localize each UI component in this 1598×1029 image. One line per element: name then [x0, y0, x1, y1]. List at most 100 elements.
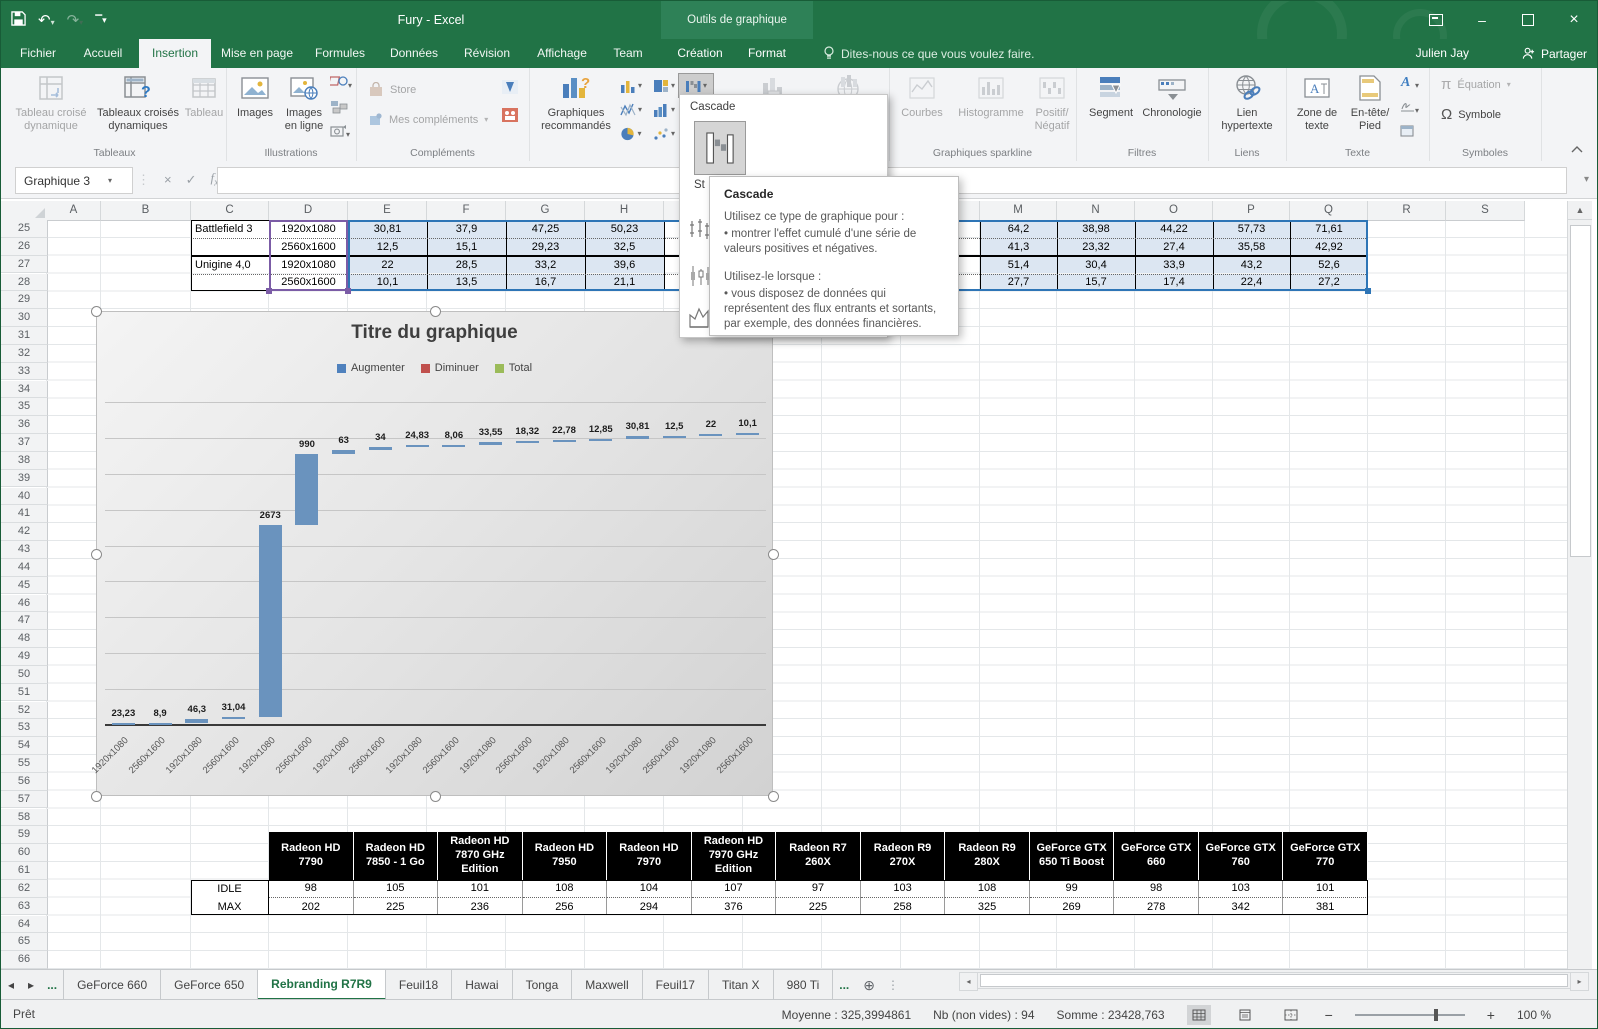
column-header-D[interactable]: D [269, 201, 348, 221]
online-images-button[interactable]: Images en ligne [280, 71, 328, 132]
chart-selection-handle[interactable] [768, 791, 779, 802]
insert-pie-chart-button[interactable]: ▾ [613, 121, 649, 146]
row-header-44[interactable]: 44 [1, 559, 48, 577]
cell-resolution[interactable]: 1920x1080 [269, 220, 348, 238]
waterfall-bar[interactable] [699, 434, 722, 436]
ribbon-tab-team[interactable]: Team [601, 39, 655, 68]
wordart-button[interactable]: A▾ [1400, 74, 1419, 93]
sheet-tab-feuil18[interactable]: Feuil18 [386, 970, 452, 1000]
enter-icon[interactable]: ✓ [186, 172, 197, 188]
row-header-36[interactable]: 36 [1, 416, 48, 434]
zoom-in-button[interactable]: + [1487, 1007, 1495, 1023]
sheet-tab-tonga[interactable]: Tonga [513, 970, 573, 1000]
sheet-tab-maxwell[interactable]: Maxwell [572, 970, 642, 1000]
maximize-button[interactable] [1505, 1, 1551, 39]
row-header-45[interactable]: 45 [1, 577, 48, 595]
cell-value[interactable]: 22 [348, 256, 427, 274]
expand-formula-bar-icon[interactable]: ▾ [1584, 174, 1589, 185]
row-header-56[interactable]: 56 [1, 773, 48, 791]
sheet-tab-hawai[interactable]: Hawai [452, 970, 512, 1000]
waterfall-bar[interactable] [736, 433, 759, 435]
cell-value[interactable]: 39,6 [585, 256, 664, 274]
recommended-charts-button[interactable]: ? Graphiques recommandés [537, 71, 615, 132]
new-sheet-button[interactable]: ⊕ [855, 970, 883, 1000]
signed-in-user[interactable]: Julien Jay [1416, 39, 1469, 68]
chart-object[interactable]: Titre du graphique AugmenterDiminuerTota… [96, 311, 773, 796]
row-header-43[interactable]: 43 [1, 541, 48, 559]
cancel-icon[interactable]: × [164, 172, 172, 187]
cell-resolution[interactable]: 2560x1600 [269, 274, 348, 292]
minimize-button[interactable]: – [1459, 1, 1505, 39]
row-header-58[interactable]: 58 [1, 809, 48, 827]
row-header-27[interactable]: 27 [1, 256, 48, 274]
chart-selection-handle[interactable] [430, 306, 441, 317]
row-header-52[interactable]: 52 [1, 702, 48, 720]
row-header-38[interactable]: 38 [1, 452, 48, 470]
cell-value[interactable]: 29,23 [506, 238, 585, 256]
waterfall-bar[interactable] [369, 447, 392, 449]
sparkline-winloss-button[interactable]: Positif/ Négatif [1029, 71, 1075, 132]
row-header-25[interactable]: 25 [1, 220, 48, 238]
column-header-S[interactable]: S [1446, 201, 1525, 221]
column-header-N[interactable]: N [1057, 201, 1135, 221]
textbox-button[interactable]: A Zone de texte [1292, 71, 1342, 132]
select-all-corner[interactable] [1, 201, 48, 221]
cell-value[interactable]: 64,2 [980, 220, 1057, 238]
column-header-M[interactable]: M [980, 201, 1057, 221]
images-button[interactable]: Images [232, 71, 278, 120]
insert-hierarchy-chart-button[interactable]: ▾ [646, 73, 682, 98]
cell-value[interactable]: 21,1 [585, 274, 664, 292]
ribbon-tab-fichier[interactable]: Fichier [9, 39, 67, 68]
close-button[interactable]: × [1551, 1, 1597, 39]
bing-maps-addin-icon[interactable] [502, 80, 518, 99]
row-header-50[interactable]: 50 [1, 666, 48, 684]
row-header-61[interactable]: 61 [1, 862, 48, 880]
range-handle[interactable] [266, 288, 272, 294]
shapes-button[interactable]: ▾ [330, 74, 352, 93]
sheet-overflow-right[interactable]: ... [833, 970, 855, 1000]
chart-selection-handle[interactable] [91, 549, 102, 560]
save-icon[interactable] [11, 11, 26, 30]
column-header-G[interactable]: G [506, 201, 585, 221]
page-break-view-button[interactable] [1279, 1005, 1303, 1025]
row-header-65[interactable]: 65 [1, 933, 48, 951]
people-graph-addin-icon[interactable] [502, 108, 518, 127]
scroll-up-arrow[interactable]: ▲ [1568, 201, 1592, 220]
cell-value[interactable]: 47,25 [506, 220, 585, 238]
row-header-41[interactable]: 41 [1, 505, 48, 523]
ribbon-tab-révision[interactable]: Révision [451, 39, 523, 68]
page-layout-view-button[interactable] [1233, 1005, 1257, 1025]
sheet-nav-left-icon[interactable]: ◂ [1, 970, 21, 1000]
collapse-ribbon-button[interactable] [1571, 145, 1583, 156]
slicer-button[interactable]: Segment [1084, 71, 1138, 120]
row-header-49[interactable]: 49 [1, 648, 48, 666]
column-header-H[interactable]: H [585, 201, 664, 221]
row-header-48[interactable]: 48 [1, 630, 48, 648]
insert-line-chart-button[interactable]: ▾ [613, 97, 649, 122]
cell-value[interactable]: 13,5 [427, 274, 506, 292]
ribbon-tab-accueil[interactable]: Accueil [67, 39, 139, 68]
chart-selection-handle[interactable] [768, 549, 779, 560]
sparkline-column-button[interactable]: Histogramme [951, 71, 1031, 120]
ribbon-tab-mise-en-page[interactable]: Mise en page [211, 39, 303, 68]
column-header-C[interactable]: C [191, 201, 269, 221]
row-header-29[interactable]: 29 [1, 291, 48, 309]
ribbon-tab-création[interactable]: Création [665, 39, 735, 68]
chart-selection-handle[interactable] [430, 791, 441, 802]
cell-value[interactable]: 17,4 [1135, 274, 1213, 292]
waterfall-bar[interactable] [185, 719, 208, 722]
waterfall-bar[interactable] [626, 436, 649, 438]
cell-value[interactable]: 28,5 [427, 256, 506, 274]
cell-value[interactable]: 12,5 [348, 238, 427, 256]
legend-item-diminuer[interactable]: Diminuer [421, 362, 479, 374]
sheet-tab-feuil17[interactable]: Feuil17 [643, 970, 709, 1000]
row-header-60[interactable]: 60 [1, 844, 48, 862]
chart-title[interactable]: Titre du graphique [97, 322, 772, 344]
ribbon-tab-formules[interactable]: Formules [303, 39, 377, 68]
equation-button[interactable]: π Équation ▾ [1441, 76, 1511, 93]
waterfall-bar[interactable] [149, 723, 172, 725]
sheet-tab-geforce-660[interactable]: GeForce 660 [63, 970, 161, 1000]
row-header-59[interactable]: 59 [1, 826, 48, 844]
row-header-63[interactable]: 63 [1, 898, 48, 916]
tell-me-box[interactable]: Dites-nous ce que vous voulez faire. [823, 39, 1034, 68]
